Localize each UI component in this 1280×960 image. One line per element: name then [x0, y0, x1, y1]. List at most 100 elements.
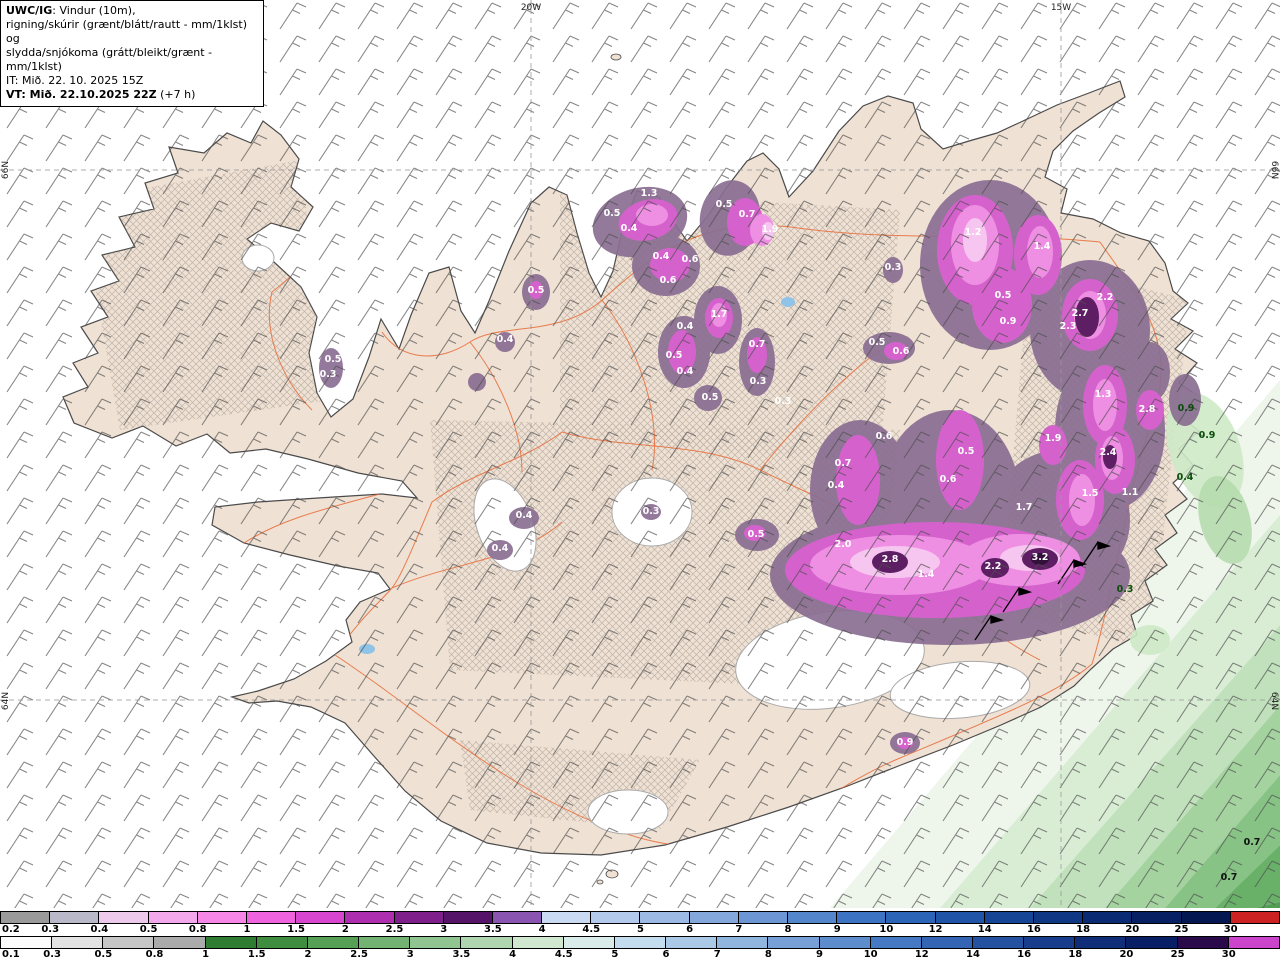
scale-cell: 0.5: [148, 912, 197, 923]
scale-swatch: [461, 937, 511, 948]
scale-label: 25: [1171, 949, 1185, 960]
precip-value-label: 0.5: [748, 529, 765, 540]
scale-label: 3: [407, 949, 414, 960]
scale-cell: 1.5: [256, 937, 307, 948]
scale-swatch: [1178, 937, 1228, 948]
scale-cell: 3: [409, 937, 460, 948]
scale-cell: 5: [614, 937, 665, 948]
scale-swatch: [1, 937, 51, 948]
scale-swatch: [820, 937, 870, 948]
precip-value-label: 1.5: [1082, 488, 1099, 499]
scale-cell: 7: [738, 912, 787, 923]
scale-label: 30: [1222, 949, 1236, 960]
precip-value-label: 0.5: [702, 392, 719, 403]
scale-swatch: [50, 912, 98, 923]
scale-cell: 2: [307, 937, 358, 948]
scale-label: 9: [816, 949, 823, 960]
lat-label-66n-left: 66N: [1, 161, 11, 179]
scale-label: 14: [978, 924, 992, 935]
scale-label: 5: [637, 924, 644, 935]
scale-label: 2: [342, 924, 349, 935]
precip-value-label: 0.9: [897, 737, 914, 748]
scale-label: 25: [1175, 924, 1189, 935]
precip-value-label: 0.3: [885, 262, 902, 273]
scale-swatch: [1231, 912, 1279, 923]
scale-cell: 0.2: [1, 912, 49, 923]
scale-swatch: [1075, 937, 1125, 948]
scale-label: 2.5: [386, 924, 404, 935]
scale-swatch: [513, 937, 563, 948]
scale-swatch: [1126, 937, 1176, 948]
scale-label: 4: [539, 924, 546, 935]
scale-label: 14: [966, 949, 980, 960]
scale-swatch: [308, 937, 358, 948]
scale-label: 10: [864, 949, 878, 960]
product-name: UWC/IG: [6, 4, 52, 17]
scale-swatch: [1, 912, 49, 923]
precip-value-label: 1.3: [1095, 389, 1112, 400]
scale-label: 1.5: [248, 949, 266, 960]
scale-cell: 2: [344, 912, 393, 923]
title-line-1: UWC/IG: Vindur (10m),: [6, 4, 258, 18]
precip-value-label: 0.7: [739, 209, 756, 220]
scale-cell: 6: [665, 937, 716, 948]
scale-label: 12: [915, 949, 929, 960]
scale-cell: 8: [787, 912, 836, 923]
scale-swatch: [886, 912, 934, 923]
scale-label: 3.5: [484, 924, 502, 935]
precip-value-label: 1.9: [762, 224, 779, 235]
precip-value-label: 0.4: [1177, 472, 1194, 483]
scale-label: 0.2: [2, 924, 20, 935]
scale-swatch: [257, 937, 307, 948]
scale-label: 0.5: [94, 949, 112, 960]
scale-cell: 7: [716, 937, 767, 948]
scale-label: 1.5: [287, 924, 305, 935]
precip-value-label: 1.1: [1122, 487, 1139, 498]
precip-value-label: 2.8: [1139, 404, 1156, 415]
scale-label: 7: [735, 924, 742, 935]
scale-label: 18: [1076, 924, 1090, 935]
scale-label: 4.5: [555, 949, 573, 960]
scale-cell: 0.8: [153, 937, 204, 948]
precip-value-label: 0.5: [716, 199, 733, 210]
scale-swatch: [666, 937, 716, 948]
scale-swatch: [395, 912, 443, 923]
lon-label-15w: 15W: [1051, 3, 1071, 13]
precip-value-label: 1.7: [711, 309, 728, 320]
scale-label: 0.3: [41, 924, 59, 935]
scale-cell: 10: [885, 912, 934, 923]
scale-cell: 30: [1228, 937, 1279, 948]
scale-label: 20: [1119, 949, 1133, 960]
precip-value-label: 0.9: [1199, 430, 1216, 441]
scale-cell: 25: [1181, 912, 1230, 923]
precip-value-label: 3.2: [1032, 552, 1049, 563]
scale-cell: 2.5: [394, 912, 443, 923]
init-time: IT: Mið. 22. 10. 2025 15Z: [6, 74, 258, 88]
scale-label: 2: [304, 949, 311, 960]
scale-cell: 30: [1230, 912, 1279, 923]
scale-swatch: [1083, 912, 1131, 923]
title-line-2: rigning/skúrir (grænt/blátt/rautt - mm/1…: [6, 18, 258, 46]
scale-swatch: [768, 937, 818, 948]
precip-value-label: 0.4: [677, 321, 694, 332]
scale-cell: 12: [921, 937, 972, 948]
scale-label: 7: [714, 949, 721, 960]
precip-value-label: 0.4: [653, 251, 670, 262]
precip-value-label: 2.7: [1072, 308, 1089, 319]
precip-value-label: 0.5: [528, 285, 545, 296]
scale-cell: 10: [870, 937, 921, 948]
scale-cell: 6: [689, 912, 738, 923]
map-title-box: UWC/IG: Vindur (10m), rigning/skúrir (gr…: [0, 0, 264, 107]
scale-cell: 0.4: [98, 912, 147, 923]
precip-value-label: 0.5: [325, 354, 342, 365]
scale-swatch: [198, 912, 246, 923]
weather-map-page: 20W 15W 66N 66N 64N 64N 0.50.41.30.40.60…: [0, 0, 1280, 960]
scale-swatch: [542, 912, 590, 923]
precip-value-label: 0.7: [835, 458, 852, 469]
scale-cell: 20: [1125, 937, 1176, 948]
precip-value-label: 0.3: [320, 369, 337, 380]
scale-swatch: [739, 912, 787, 923]
scale-swatch: [359, 937, 409, 948]
scale-swatch: [410, 937, 460, 948]
scale-label: 10: [879, 924, 893, 935]
